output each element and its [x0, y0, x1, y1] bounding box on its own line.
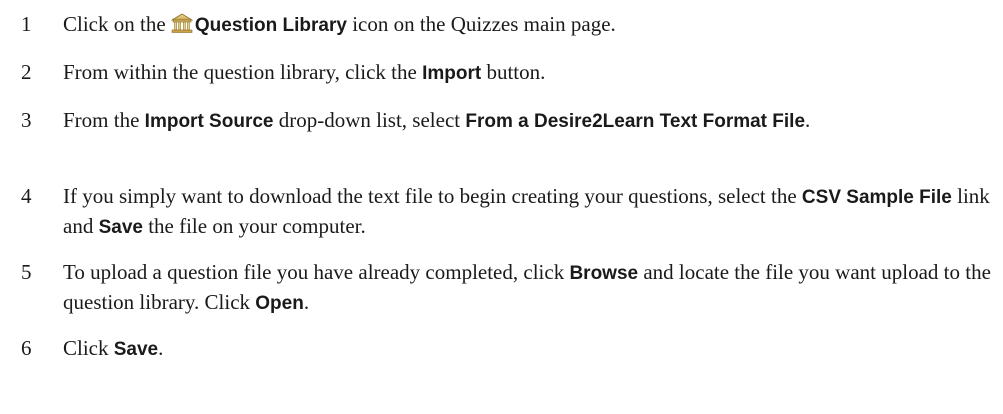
step-text-part: the file on your computer. — [142, 214, 366, 238]
question-library-icon — [170, 12, 194, 34]
step-text: Click Save. — [63, 334, 998, 364]
step-text-part: . — [158, 336, 164, 360]
step-text: From the Import Source drop-down list, s… — [63, 106, 998, 136]
step-text: To upload a question file you have alrea… — [63, 258, 998, 318]
step-text-part: Click — [63, 336, 114, 360]
step-text: If you simply want to download the text … — [63, 182, 998, 242]
step-text-part: To upload a question file you have alrea… — [63, 260, 570, 284]
step-text-part: drop-down list, select — [273, 108, 466, 132]
step-number: 6 — [21, 336, 32, 360]
ui-term: CSV Sample File — [801, 187, 952, 208]
ui-term: Open — [255, 293, 304, 314]
step-text: From within the question library, click … — [63, 58, 998, 88]
ui-term: Question Library — [194, 15, 347, 36]
step-text-part: From within the question library, click … — [63, 60, 423, 84]
ui-term: Save — [98, 217, 143, 238]
step-text: Click on the Question Library icon on th… — [63, 10, 998, 40]
ui-term: From a Desire2Learn Text Format File — [465, 111, 806, 132]
step-text-part: . — [303, 290, 310, 314]
step-text-part: From the — [63, 108, 145, 132]
step-text-part: icon on the Quizzes main page. — [346, 12, 616, 36]
step-number: 5 — [21, 260, 32, 284]
ui-term: Import — [422, 63, 482, 84]
step-text-part: Click on the — [63, 12, 171, 36]
step-text-part: button. — [481, 60, 546, 84]
step-number: 2 — [21, 60, 32, 84]
ui-term: Save — [113, 339, 159, 360]
ui-term: Browse — [569, 263, 639, 284]
step-text-part: . — [805, 108, 811, 132]
step-number: 1 — [21, 12, 32, 36]
step-text-part: If you simply want to download the text … — [63, 184, 802, 208]
step-number: 3 — [21, 108, 32, 132]
step-number: 4 — [21, 184, 32, 208]
ui-term: Import Source — [144, 111, 274, 132]
